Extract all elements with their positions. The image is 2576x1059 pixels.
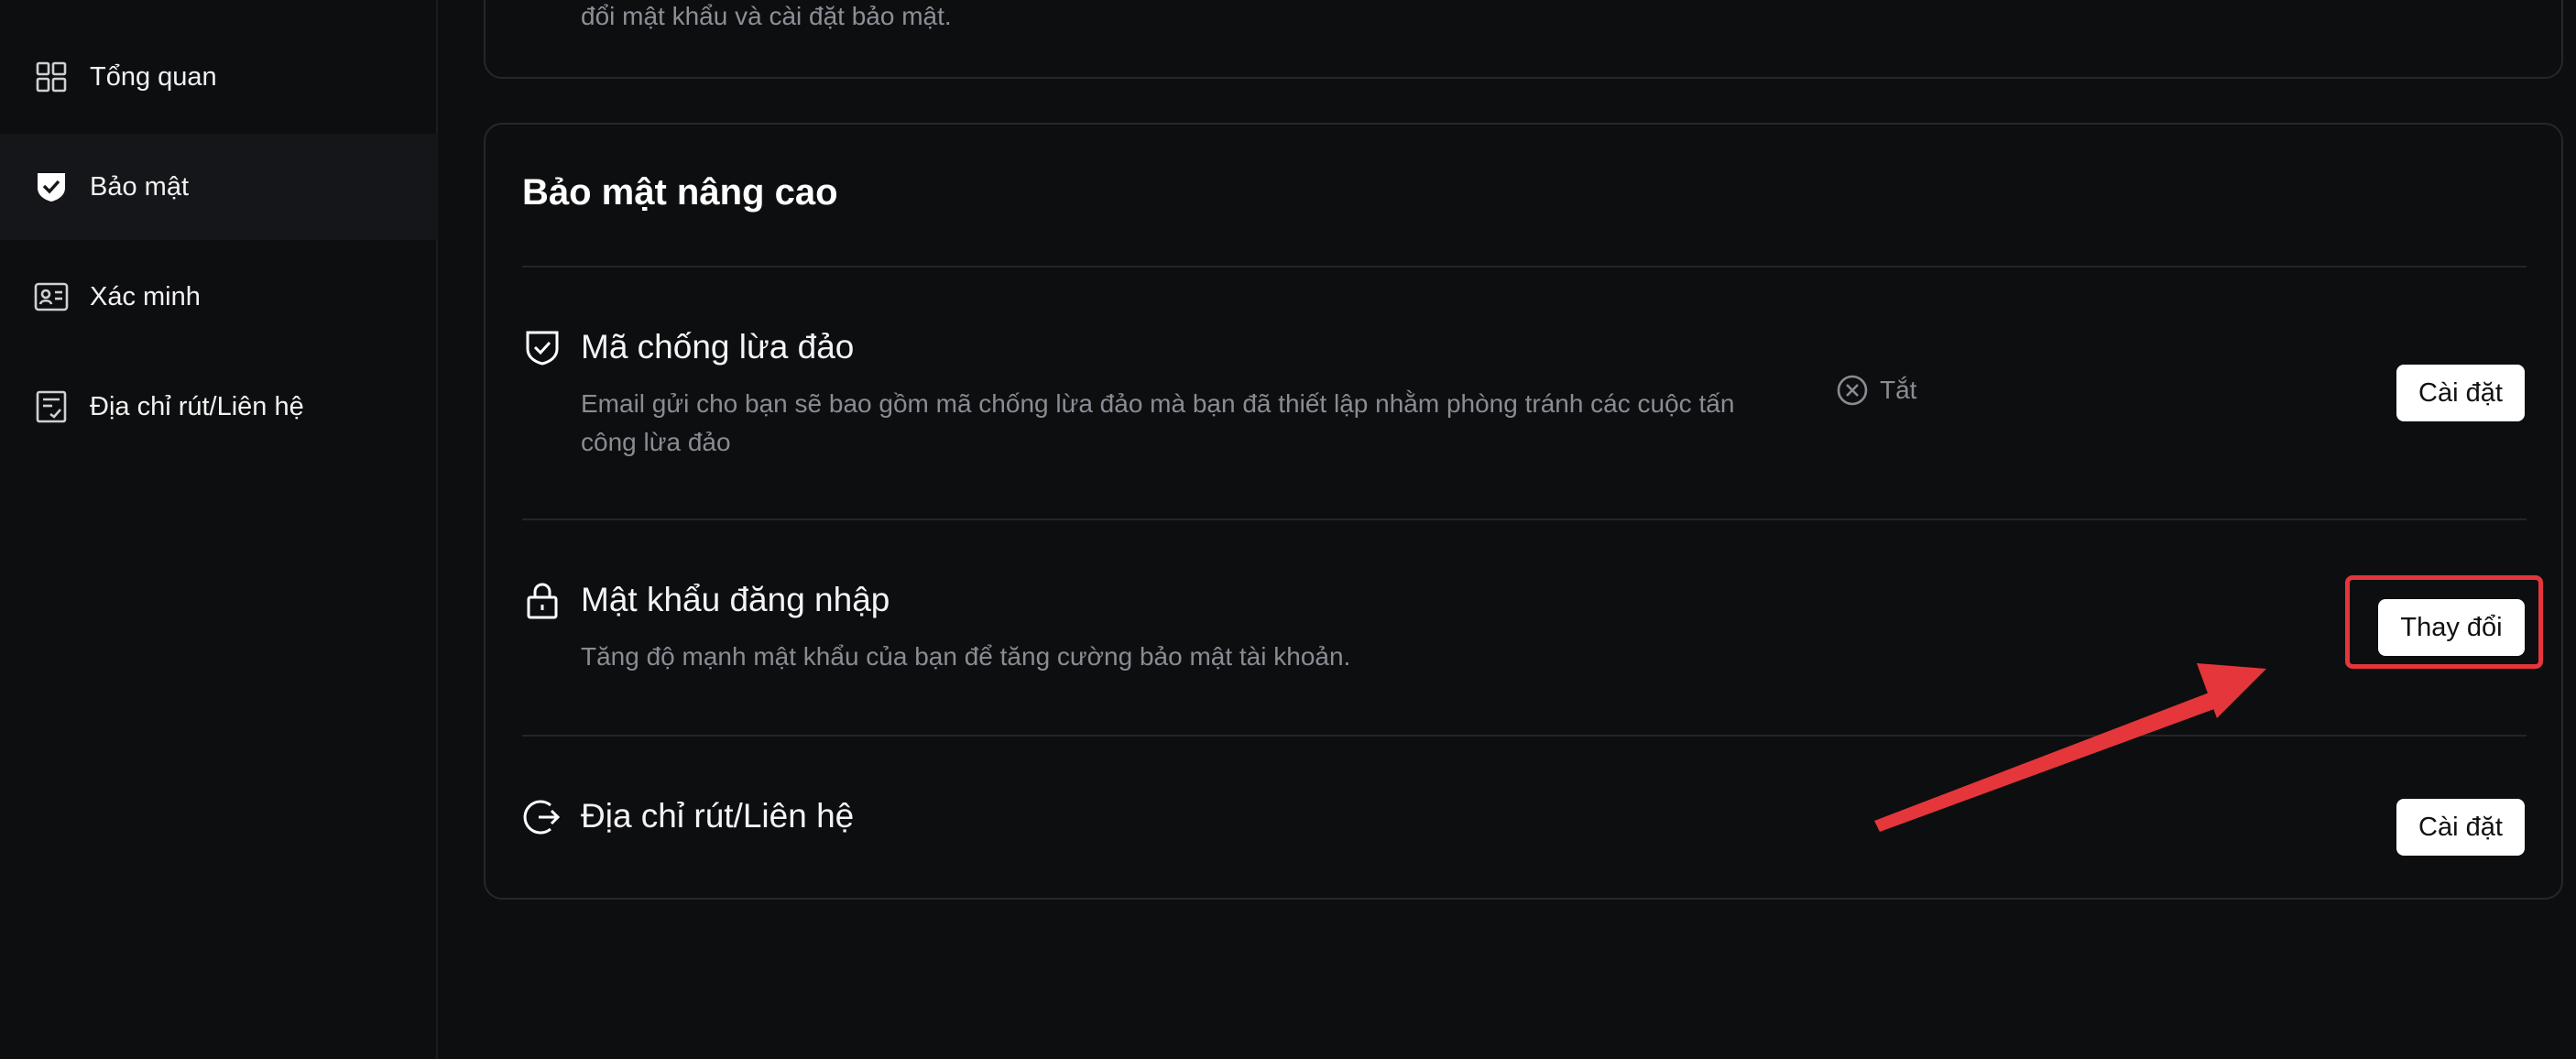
sidebar-item-label: Địa chỉ rút/Liên hệ bbox=[90, 391, 304, 421]
withdraw-arrow-icon bbox=[522, 797, 562, 837]
shield-check-outline-icon bbox=[522, 328, 562, 368]
row-description: Email gửi cho bạn sẽ bao gồm mã chống lừ… bbox=[581, 389, 1735, 456]
sidebar-item-address[interactable]: Địa chỉ rút/Liên hệ bbox=[0, 354, 438, 460]
id-card-icon bbox=[33, 278, 70, 315]
address-list-icon bbox=[33, 388, 70, 425]
status-text: Tắt bbox=[1880, 376, 1917, 404]
advanced-security-card: Bảo mật nâng cao Mã chống lừa đảo Email … bbox=[484, 123, 2563, 900]
row-title: Địa chỉ rút/Liên hệ bbox=[581, 797, 855, 835]
divider bbox=[522, 519, 2527, 520]
circle-x-icon bbox=[1837, 375, 1868, 406]
withdrawal-address-setup-button[interactable]: Cài đặt bbox=[2396, 799, 2525, 856]
lock-icon bbox=[522, 581, 562, 621]
sidebar: Tổng quan Bảo mật Xác minh Địa chỉ rút/L… bbox=[0, 0, 438, 1059]
divider bbox=[522, 266, 2527, 267]
app-root: Tổng quan Bảo mật Xác minh Địa chỉ rút/L… bbox=[0, 0, 2576, 1059]
sidebar-item-label: Tổng quan bbox=[90, 61, 217, 92]
sidebar-item-label: Bảo mật bbox=[90, 171, 189, 202]
row-title: Mã chống lừa đảo bbox=[581, 328, 855, 366]
divider bbox=[522, 735, 2527, 737]
security-overview-card: đổi mật khẩu và cài đặt bảo mật. bbox=[484, 0, 2563, 79]
row-description: Tăng độ mạnh mật khẩu của bạn để tăng cư… bbox=[581, 642, 1351, 671]
section-title: Bảo mật nâng cao bbox=[522, 172, 838, 213]
sidebar-item-overview[interactable]: Tổng quan bbox=[0, 24, 438, 130]
sidebar-item-label: Xác minh bbox=[90, 281, 201, 311]
anti-phishing-status: Tắt bbox=[1836, 374, 1916, 407]
row-title: Mật khẩu đăng nhập bbox=[581, 581, 890, 618]
card-description: đổi mật khẩu và cài đặt bảo mật. bbox=[581, 2, 952, 30]
shield-check-icon bbox=[33, 169, 70, 205]
sidebar-item-security[interactable]: Bảo mật bbox=[0, 134, 438, 240]
anti-phishing-setup-button[interactable]: Cài đặt bbox=[2396, 365, 2525, 421]
highlight-box bbox=[2345, 575, 2543, 669]
dashboard-grid-icon bbox=[33, 59, 70, 95]
sidebar-item-verification[interactable]: Xác minh bbox=[0, 244, 438, 350]
